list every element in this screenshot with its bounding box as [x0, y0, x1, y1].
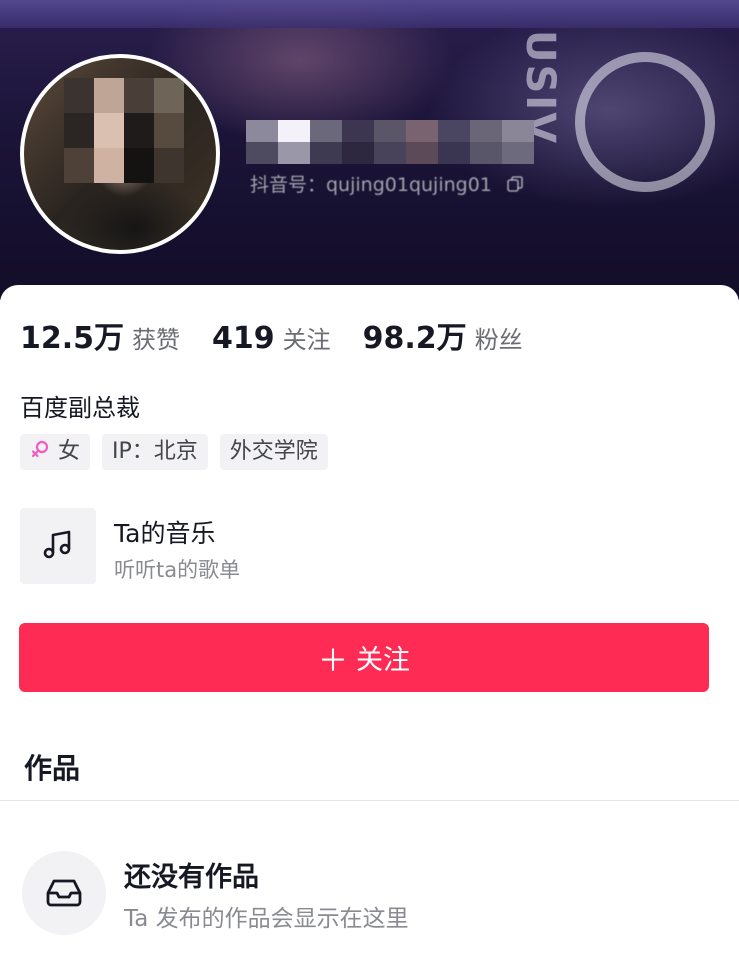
section-divider [0, 800, 739, 801]
profile-tags: 女 IP：北京 外交学院 [20, 434, 340, 470]
stat-following-label: 关注 [282, 326, 331, 354]
douyin-id: 抖音号：qujing01qujing01 [250, 170, 524, 198]
stat-followers[interactable]: 98.2万 粉丝 [363, 313, 523, 357]
music-entry[interactable]: Ta的音乐 听听ta的歌单 [20, 508, 720, 586]
stat-likes[interactable]: 12.5万 获赞 [20, 313, 180, 357]
nickname-mosaic-blur [246, 120, 534, 164]
stat-followers-label: 粉丝 [474, 326, 523, 354]
empty-works-subtitle: Ta 发布的作品会显示在这里 [124, 906, 409, 932]
stat-likes-value: 12.5万 [20, 321, 125, 356]
banner-top-strip [0, 0, 739, 28]
stat-likes-label: 获赞 [132, 326, 181, 354]
profile-stats: 12.5万 获赞 419 关注 98.2万 粉丝 [20, 313, 555, 357]
plus-icon: ＋ [318, 643, 348, 679]
music-note-icon [40, 526, 76, 566]
music-subtitle: 听听ta的歌单 [114, 558, 241, 582]
profile-banner: USIV 抖音号：qujing01qujing01 [0, 0, 739, 300]
empty-works-title: 还没有作品 [124, 862, 259, 893]
copy-icon[interactable] [506, 175, 524, 198]
stat-following[interactable]: 419 关注 [212, 320, 331, 356]
tag-school[interactable]: 外交学院 [219, 434, 328, 470]
profile-bio: 百度副总裁 [20, 394, 140, 422]
tag-gender: 女 [20, 434, 91, 470]
follow-button[interactable]: ＋ 关注 [19, 623, 709, 692]
tag-ip-location: IP：北京 [102, 434, 208, 470]
stat-following-value: 419 [212, 321, 275, 356]
empty-works-icon-wrap [22, 851, 106, 935]
stat-followers-value: 98.2万 [362, 321, 467, 356]
douyin-id-text: 抖音号：qujing01qujing01 [250, 174, 492, 196]
female-icon [30, 434, 50, 470]
tag-gender-label: 女 [58, 439, 81, 464]
banner-background-emblem [575, 52, 715, 192]
follow-button-label: 关注 [356, 645, 410, 676]
music-title: Ta的音乐 [114, 519, 216, 548]
avatar-mosaic-blur [64, 78, 184, 183]
profile-card: 12.5万 获赞 419 关注 98.2万 粉丝 百度副总裁 女 IP：北京 外… [0, 285, 739, 953]
avatar[interactable] [20, 54, 220, 254]
works-section-title[interactable]: 作品 [24, 747, 80, 787]
inbox-tray-icon [42, 869, 86, 917]
music-cover [20, 508, 96, 584]
